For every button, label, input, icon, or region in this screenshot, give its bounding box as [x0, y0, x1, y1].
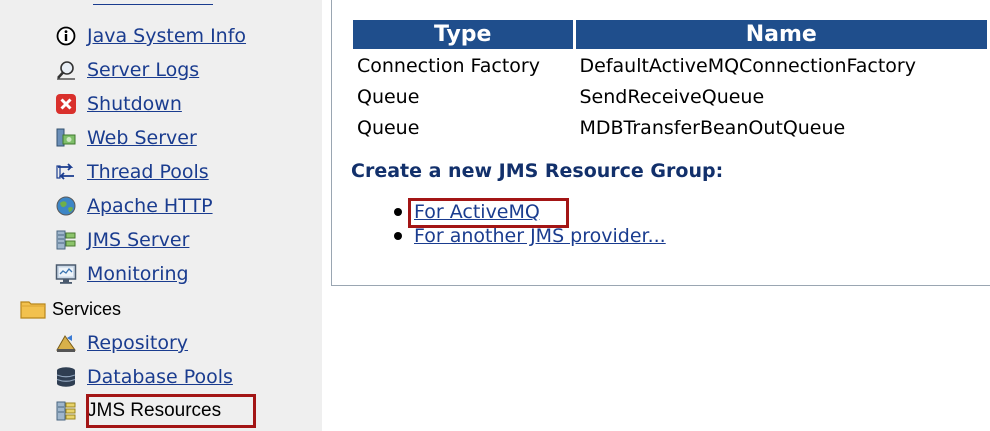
sidebar-item-label[interactable]: Thread Pools: [87, 161, 209, 183]
search-icon: [55, 59, 77, 81]
sidebar-item-database-pools[interactable]: Database Pools: [55, 360, 233, 394]
bullet-icon: [394, 232, 402, 240]
sidebar-item-label[interactable]: Web Server: [87, 127, 197, 149]
sidebar-item-server-logs[interactable]: Server Logs: [55, 53, 199, 87]
sidebar-item-web-server[interactable]: Web Server: [55, 121, 197, 155]
page: Java System Info Server Logs Shutdown We…: [0, 0, 990, 431]
services-folder[interactable]: Services: [20, 292, 121, 326]
cell-type: Queue: [357, 116, 420, 139]
services-folder-label: Services: [52, 298, 122, 319]
table-row: Connection Factory DefaultActiveMQConnec…: [353, 51, 987, 80]
sidebar-item-java-system-info[interactable]: Java System Info: [55, 19, 246, 53]
table-row: Queue MDBTransferBeanOutQueue: [353, 113, 987, 142]
jms-server-icon: [55, 229, 77, 251]
cell-type: Connection Factory: [357, 54, 540, 77]
sidebar-item-repository[interactable]: Repository: [55, 326, 188, 360]
info-icon: [55, 25, 77, 47]
sidebar-item-label[interactable]: Repository: [87, 332, 188, 354]
table-row: Queue SendReceiveQueue: [353, 82, 987, 111]
sidebar: Java System Info Server Logs Shutdown We…: [0, 0, 322, 431]
create-group-heading: Create a new JMS Resource Group:: [351, 160, 724, 182]
sidebar-item-label[interactable]: JMS Server: [87, 229, 189, 251]
web-server-icon: [55, 127, 77, 149]
main-panel: Type Name Connection Factory DefaultActi…: [331, 0, 990, 286]
sidebar-item-apache-http[interactable]: Apache HTTP: [55, 189, 213, 223]
column-header-type: Type: [353, 20, 573, 49]
sidebar-item-monitoring[interactable]: Monitoring: [55, 257, 189, 291]
sidebar-item-label[interactable]: Server Logs: [87, 59, 199, 81]
folder-icon: [20, 298, 46, 320]
sidebar-item-shutdown[interactable]: Shutdown: [55, 87, 182, 121]
sidebar-item-thread-pools[interactable]: Thread Pools: [55, 155, 209, 189]
cell-name: SendReceiveQueue: [579, 85, 765, 108]
column-header-name: Name: [575, 20, 987, 49]
bullet-icon: [394, 208, 402, 216]
activemq-link-highlight: [408, 198, 569, 228]
for-other-provider-link[interactable]: For another JMS provider...: [414, 225, 666, 247]
repository-icon: [55, 332, 77, 354]
jms-resources-icon: [55, 400, 77, 422]
sidebar-top-link-fragment: [93, 0, 213, 5]
monitor-icon: [55, 263, 77, 285]
table-header-row: Type Name: [353, 20, 987, 49]
sidebar-item-label[interactable]: Java System Info: [87, 25, 246, 47]
sidebar-item-jms-server[interactable]: JMS Server: [55, 223, 189, 257]
database-icon: [55, 366, 77, 388]
sidebar-item-label[interactable]: Monitoring: [87, 263, 189, 285]
thread-pools-icon: [55, 161, 77, 183]
resources-table: Type Name Connection Factory DefaultActi…: [350, 18, 990, 144]
cell-name: MDBTransferBeanOutQueue: [579, 116, 846, 139]
cell-name: DefaultActiveMQConnectionFactory: [579, 54, 916, 77]
sidebar-item-label[interactable]: Shutdown: [87, 93, 182, 115]
sidebar-item-label[interactable]: Database Pools: [87, 366, 233, 388]
selected-item-highlight: [86, 394, 256, 428]
sidebar-item-label[interactable]: Apache HTTP: [87, 195, 213, 217]
shutdown-icon: [55, 93, 77, 115]
globe-icon: [55, 195, 77, 217]
cell-type: Queue: [357, 85, 420, 108]
